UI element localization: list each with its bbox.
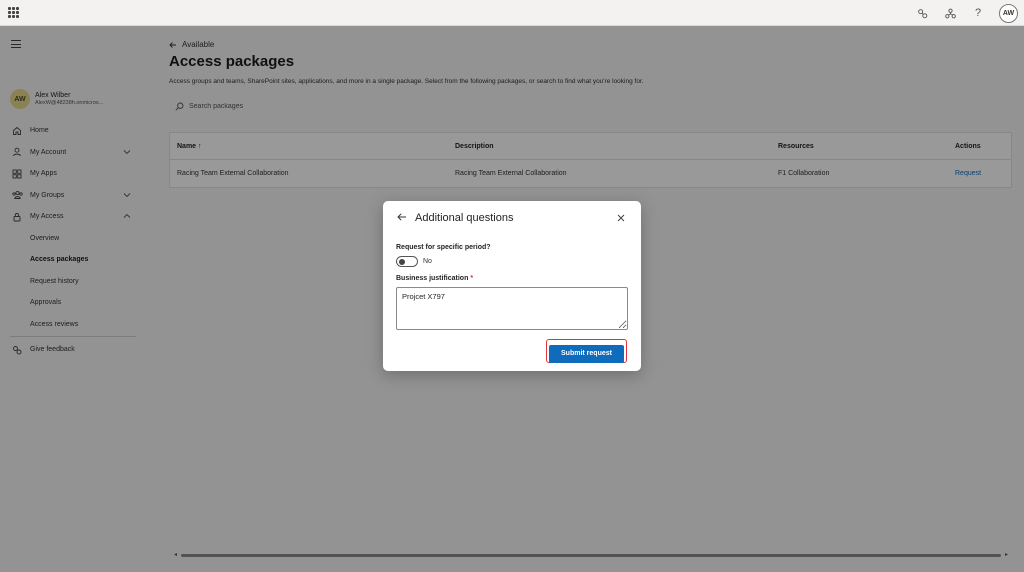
additional-questions-dialog: Additional questions Request for specifi…: [383, 201, 641, 371]
close-button[interactable]: [615, 212, 627, 224]
connections-icon[interactable]: [915, 6, 929, 20]
dialog-back-button[interactable]: [397, 209, 407, 227]
period-toggle-value: No: [423, 258, 432, 265]
submit-request-button[interactable]: Submit request: [549, 344, 624, 363]
justification-textarea[interactable]: Projcet X797: [396, 287, 628, 330]
top-bar: ? AW: [0, 0, 1024, 26]
app-launcher-icon[interactable]: [8, 7, 19, 18]
arrow-left-icon: [397, 213, 406, 221]
close-icon: [617, 214, 625, 222]
justification-label: Business justification *: [396, 275, 474, 282]
top-bar-actions: ? AW: [915, 3, 1018, 23]
dialog-title: Additional questions: [415, 212, 514, 224]
profile-avatar[interactable]: AW: [999, 3, 1018, 23]
submit-highlight: Submit request: [546, 339, 627, 363]
dialog-header: Additional questions: [397, 211, 627, 225]
period-label: Request for specific period?: [396, 244, 491, 251]
required-marker: *: [470, 275, 474, 282]
period-toggle[interactable]: [396, 256, 418, 267]
help-icon[interactable]: ?: [971, 6, 985, 20]
period-toggle-row: No: [396, 256, 432, 267]
org-icon[interactable]: [943, 6, 957, 20]
